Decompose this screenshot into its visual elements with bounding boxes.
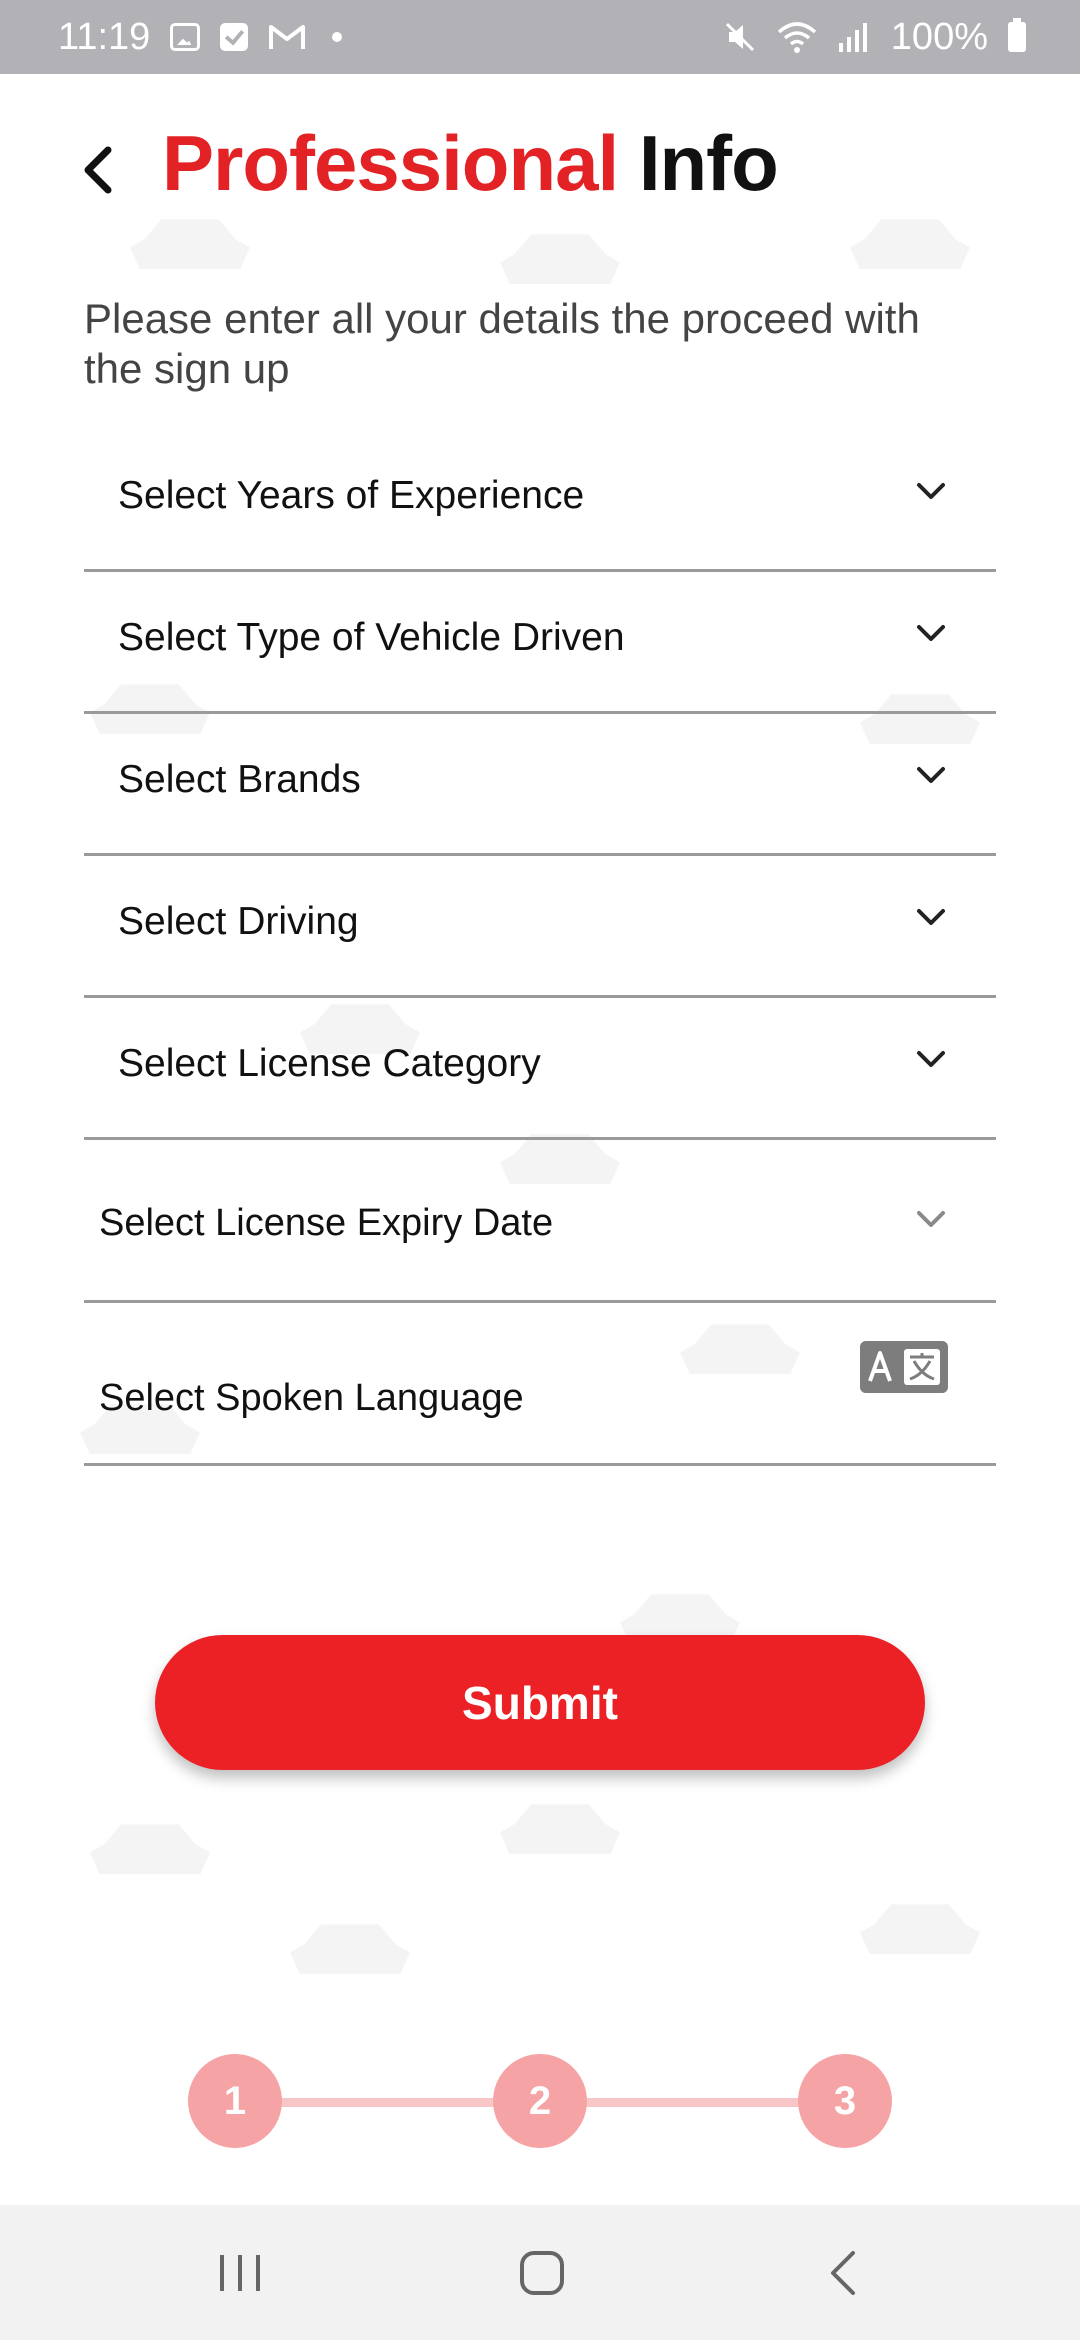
check-icon [220, 23, 249, 51]
gmail-icon [269, 25, 306, 49]
step-3[interactable]: 3 [798, 2054, 892, 2148]
professional-info-form: Select Years of Experience Select Type o… [84, 430, 996, 1466]
years-experience-dropdown[interactable]: Select Years of Experience [84, 430, 996, 572]
car-pattern-icon [130, 219, 250, 269]
back-button[interactable] [72, 140, 122, 200]
years-experience-label: Select Years of Experience [118, 474, 585, 517]
vehicle-type-label: Select Type of Vehicle Driven [118, 616, 625, 659]
system-nav-bar [0, 2205, 1080, 2340]
chevron-down-icon [917, 625, 945, 641]
chevron-down-icon [917, 1051, 945, 1067]
page-title-main: Info [638, 119, 779, 207]
recent-apps-icon[interactable] [210, 2243, 270, 2303]
license-expiry-date-picker[interactable]: Select License Expiry Date [84, 1140, 996, 1303]
step-1[interactable]: 1 [188, 2054, 282, 2148]
car-pattern-icon [860, 1904, 980, 1954]
battery-icon [1008, 18, 1026, 52]
driving-dropdown[interactable]: Select Driving [84, 856, 996, 998]
system-back-icon[interactable] [815, 2243, 875, 2303]
gallery-icon [170, 23, 201, 51]
driving-label: Select Driving [118, 900, 359, 943]
status-time: 11:19 [58, 15, 151, 58]
status-bar: 11:19 100% [0, 0, 1080, 74]
notification-dot-icon [332, 32, 343, 42]
car-pattern-icon [500, 234, 620, 284]
brands-dropdown[interactable]: Select Brands [84, 714, 996, 856]
license-expiry-label: Select License Expiry Date [99, 1202, 554, 1244]
home-icon[interactable] [512, 2243, 572, 2303]
page-title: Professional Info [162, 118, 779, 209]
progress-stepper: 1 2 3 [0, 2052, 1080, 2152]
submit-button[interactable]: Submit [155, 1635, 925, 1770]
chevron-down-icon [917, 767, 945, 783]
car-pattern-icon [90, 1824, 210, 1874]
car-pattern-icon [850, 219, 970, 269]
page-title-accent: Professional [162, 119, 619, 207]
mute-icon [725, 22, 754, 52]
wifi-icon [777, 22, 816, 53]
vehicle-type-dropdown[interactable]: Select Type of Vehicle Driven [84, 572, 996, 714]
car-pattern-icon [500, 1804, 620, 1854]
signal-icon [838, 23, 867, 52]
car-pattern-icon [290, 1924, 410, 1974]
spoken-language-label: Select Spoken Language [99, 1377, 524, 1419]
brands-label: Select Brands [118, 758, 361, 801]
translate-icon[interactable] [860, 1341, 948, 1393]
chevron-down-icon [917, 1211, 945, 1227]
license-category-label: Select License Category [118, 1042, 541, 1085]
step-2[interactable]: 2 [493, 2054, 587, 2148]
spoken-language-selector[interactable]: Select Spoken Language [84, 1303, 996, 1466]
license-category-dropdown[interactable]: Select License Category [84, 998, 996, 1140]
chevron-down-icon [917, 483, 945, 499]
chevron-down-icon [917, 909, 945, 925]
page-subtitle: Please enter all your details the procee… [84, 295, 920, 392]
battery-percent: 100% [890, 15, 988, 58]
